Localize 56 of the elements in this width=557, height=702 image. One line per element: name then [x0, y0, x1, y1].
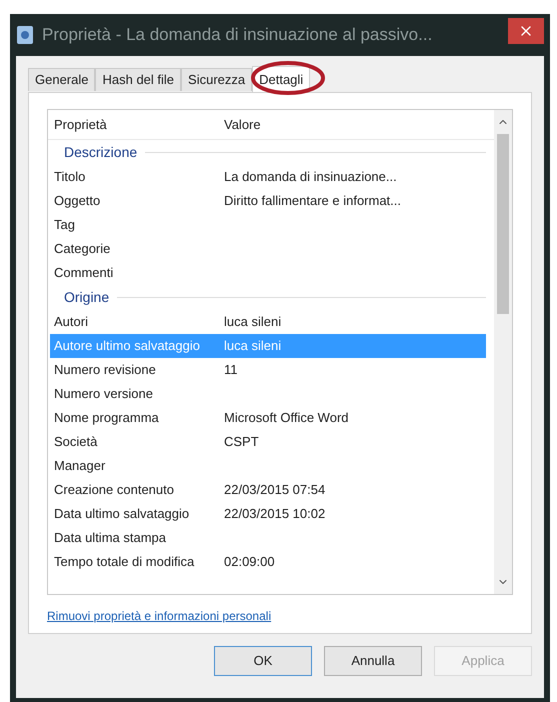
property-value: CSPT — [223, 433, 259, 452]
property-value: 02:09:00 — [223, 553, 275, 572]
property-row[interactable]: Società CSPT — [50, 430, 486, 454]
property-row[interactable]: Creazione contenuto 22/03/2015 07:54 — [50, 478, 486, 502]
property-value: La domanda di insinuazione... — [223, 168, 397, 186]
property-name: Società — [53, 433, 98, 452]
property-name: Numero versione — [53, 385, 154, 404]
window-title: Proprietà - La domanda di insinuazione al passivo... — [42, 24, 434, 46]
scrollbar-thumb[interactable] — [497, 134, 509, 314]
property-name: Commenti — [53, 264, 114, 282]
property-row[interactable]: Nome programma Microsoft Office Word — [50, 406, 486, 430]
property-name: Manager — [53, 457, 106, 476]
property-row[interactable]: Titolo La domanda di insinuazione... — [50, 165, 486, 189]
column-header[interactable]: Proprietà — [48, 114, 220, 134]
column-header[interactable]: Valore — [220, 114, 261, 134]
property-row[interactable]: Data ultimo salvataggio 22/03/2015 10:02 — [50, 502, 486, 526]
property-row[interactable]: Categorie — [50, 237, 486, 261]
property-value: Diritto fallimentare e informat... — [223, 192, 402, 210]
tab[interactable]: Sicurezza — [181, 68, 252, 91]
property-value: 22/03/2015 10:02 — [223, 505, 326, 524]
property-name: Oggetto — [53, 192, 102, 210]
property-row[interactable]: Tempo totale di modifica 02:09:00 — [50, 550, 486, 574]
property-name: Creazione contenuto — [53, 481, 175, 500]
close-button[interactable] — [508, 18, 544, 44]
property-name: Numero revisione — [53, 361, 157, 380]
document-icon — [16, 25, 34, 45]
property-value: 22/03/2015 07:54 — [223, 481, 326, 500]
property-name: Tag — [53, 216, 76, 234]
property-value: luca sileni — [223, 313, 282, 332]
property-name: Tempo totale di modifica — [53, 553, 196, 572]
property-name: Autori — [53, 313, 89, 332]
property-row[interactable]: Oggetto Diritto fallimentare e informat... — [50, 189, 486, 213]
property-name: Data ultimo salvataggio — [53, 505, 190, 524]
group-header: Descrizione — [64, 143, 138, 162]
property-row[interactable]: Autori luca sileni — [50, 310, 486, 334]
property-row[interactable]: Numero revisione 11 — [50, 358, 486, 382]
property-name: Titolo — [53, 168, 86, 186]
property-value: 11 — [223, 361, 238, 380]
property-row[interactable]: Data ultima stampa — [50, 526, 486, 550]
property-name: Categorie — [53, 240, 112, 258]
tab[interactable]: Generale — [28, 68, 96, 91]
dialog-button[interactable]: OK — [214, 646, 312, 676]
property-row[interactable]: Numero versione — [50, 382, 486, 406]
tab[interactable]: Hash del file — [95, 68, 182, 91]
property-row[interactable]: Tag — [50, 213, 486, 237]
property-value: luca sileni — [223, 337, 282, 356]
property-name: Autore ultimo salvataggio — [53, 337, 201, 356]
dialog-button[interactable]: Annulla — [324, 646, 422, 676]
property-name: Data ultima stampa — [53, 529, 167, 548]
property-row[interactable]: Manager — [50, 454, 486, 478]
scrollbar[interactable] — [494, 110, 512, 594]
property-value: Microsoft Office Word — [223, 409, 348, 428]
group-header: Origine — [64, 288, 110, 307]
property-row[interactable]: Commenti — [50, 261, 486, 285]
remove-properties-link[interactable]: Rimuovi proprietà e informazioni personali — [47, 607, 272, 625]
property-name: Nome programma — [53, 409, 160, 428]
